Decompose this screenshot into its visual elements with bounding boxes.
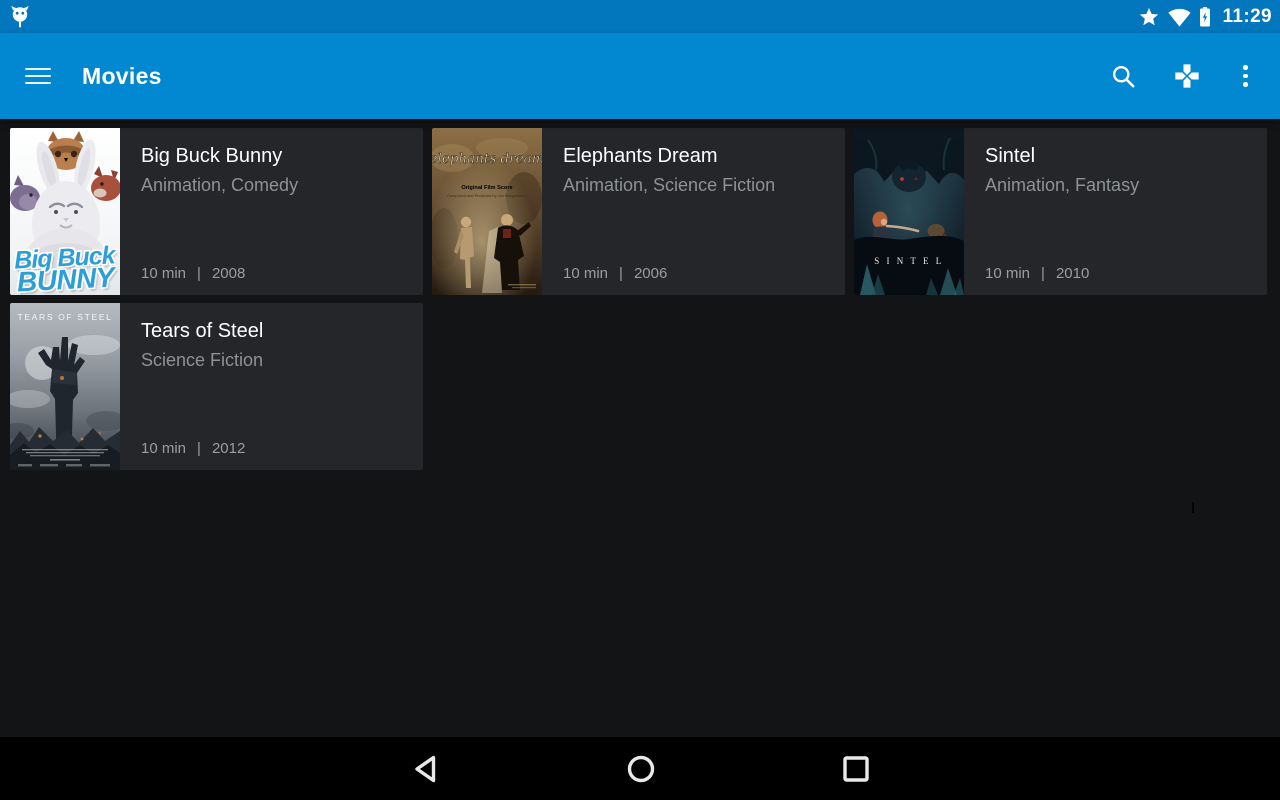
movie-year: 2006 bbox=[634, 265, 667, 282]
svg-text:S I N T E L: S I N T E L bbox=[874, 256, 943, 266]
home-icon bbox=[626, 754, 656, 784]
meta-divider: | bbox=[197, 265, 201, 282]
movie-duration: 10 min bbox=[141, 265, 186, 282]
movie-title: Tears of Steel bbox=[141, 319, 409, 343]
meta-divider: | bbox=[1041, 265, 1045, 282]
movie-duration: 10 min bbox=[563, 265, 608, 282]
movie-poster: TEARS OF STEEL bbox=[10, 303, 120, 470]
app-bar-actions bbox=[1110, 62, 1254, 90]
menu-button[interactable] bbox=[25, 68, 51, 85]
svg-text:Original Film Score: Original Film Score bbox=[461, 185, 512, 191]
clock: 11:29 bbox=[1222, 6, 1272, 28]
movie-card-big-buck-bunny[interactable]: Big Buck BUNNY Big Buck Bunny Animation,… bbox=[10, 128, 423, 295]
recents-button[interactable] bbox=[824, 737, 888, 800]
meta-divider: | bbox=[619, 265, 623, 282]
poster-logo: Big Buck BUNNY bbox=[10, 245, 120, 294]
movie-meta: 10 min | 2010 bbox=[985, 265, 1253, 282]
movie-info: Tears of Steel Science Fiction 10 min | … bbox=[120, 303, 423, 470]
movie-year: 2012 bbox=[212, 440, 245, 457]
status-indicators: 11:29 bbox=[1138, 6, 1272, 28]
movie-info: Elephants Dream Animation, Science Ficti… bbox=[542, 128, 845, 295]
svg-text:TEARS OF STEEL: TEARS OF STEEL bbox=[18, 312, 113, 322]
app-bar: Movies bbox=[0, 33, 1280, 119]
adb-debug-icon bbox=[10, 5, 30, 29]
movie-poster: elephants dream Original Film Score Comp… bbox=[432, 128, 542, 295]
movie-genres: Animation, Science Fiction bbox=[563, 175, 831, 196]
movie-duration: 10 min bbox=[141, 440, 186, 457]
movie-grid: Big Buck BUNNY Big Buck Bunny Animation,… bbox=[10, 128, 1267, 470]
movie-meta: 10 min | 2006 bbox=[563, 265, 831, 282]
movie-info: Sintel Animation, Fantasy 10 min | 2010 bbox=[964, 128, 1267, 295]
hamburger-icon bbox=[25, 68, 51, 71]
content-area: Big Buck BUNNY Big Buck Bunny Animation,… bbox=[0, 119, 1280, 737]
movie-card-tears-of-steel[interactable]: TEARS OF STEEL Tears of Steel Science Fi… bbox=[10, 303, 423, 470]
remote-dpad-button[interactable] bbox=[1173, 62, 1201, 90]
search-icon bbox=[1110, 63, 1137, 90]
movie-meta: 10 min | 2012 bbox=[141, 440, 409, 457]
movie-genres: Animation, Comedy bbox=[141, 175, 409, 196]
movie-info: Big Buck Bunny Animation, Comedy 10 min … bbox=[120, 128, 423, 295]
text-cursor-artifact bbox=[1192, 502, 1194, 513]
movie-card-elephants-dream[interactable]: elephants dream Original Film Score Comp… bbox=[432, 128, 845, 295]
status-bar: 11:29 bbox=[0, 0, 1280, 33]
movie-genres: Animation, Fantasy bbox=[985, 175, 1253, 196]
movie-poster: S I N T E L bbox=[854, 128, 964, 295]
movie-title: Big Buck Bunny bbox=[141, 144, 409, 168]
movie-card-sintel[interactable]: S I N T E L Sintel Animation, Fantasy 10… bbox=[854, 128, 1267, 295]
star-icon bbox=[1138, 6, 1160, 28]
recents-icon bbox=[842, 755, 870, 783]
overflow-dot bbox=[1243, 65, 1248, 70]
page-title: Movies bbox=[82, 63, 162, 90]
navigation-bar bbox=[0, 737, 1280, 800]
back-icon bbox=[413, 754, 437, 784]
wifi-icon bbox=[1168, 7, 1191, 27]
svg-text:elephants dream: elephants dream bbox=[432, 151, 542, 167]
movie-meta: 10 min | 2008 bbox=[141, 265, 409, 282]
dpad-icon bbox=[1173, 62, 1201, 90]
movie-year: 2010 bbox=[1056, 265, 1089, 282]
movie-duration: 10 min bbox=[985, 265, 1030, 282]
back-button[interactable] bbox=[393, 737, 457, 800]
movie-year: 2008 bbox=[212, 265, 245, 282]
meta-divider: | bbox=[197, 440, 201, 457]
overflow-menu-button[interactable] bbox=[1237, 65, 1254, 87]
battery-charging-icon bbox=[1199, 6, 1211, 27]
movie-genres: Science Fiction bbox=[141, 350, 409, 371]
svg-text:Composed and Produced by Jan M: Composed and Produced by Jan Morgenstern bbox=[447, 193, 527, 198]
search-button[interactable] bbox=[1110, 63, 1137, 90]
movie-title: Sintel bbox=[985, 144, 1253, 168]
movie-title: Elephants Dream bbox=[563, 144, 831, 168]
movie-poster: Big Buck BUNNY bbox=[10, 128, 120, 295]
home-button[interactable] bbox=[609, 737, 673, 800]
